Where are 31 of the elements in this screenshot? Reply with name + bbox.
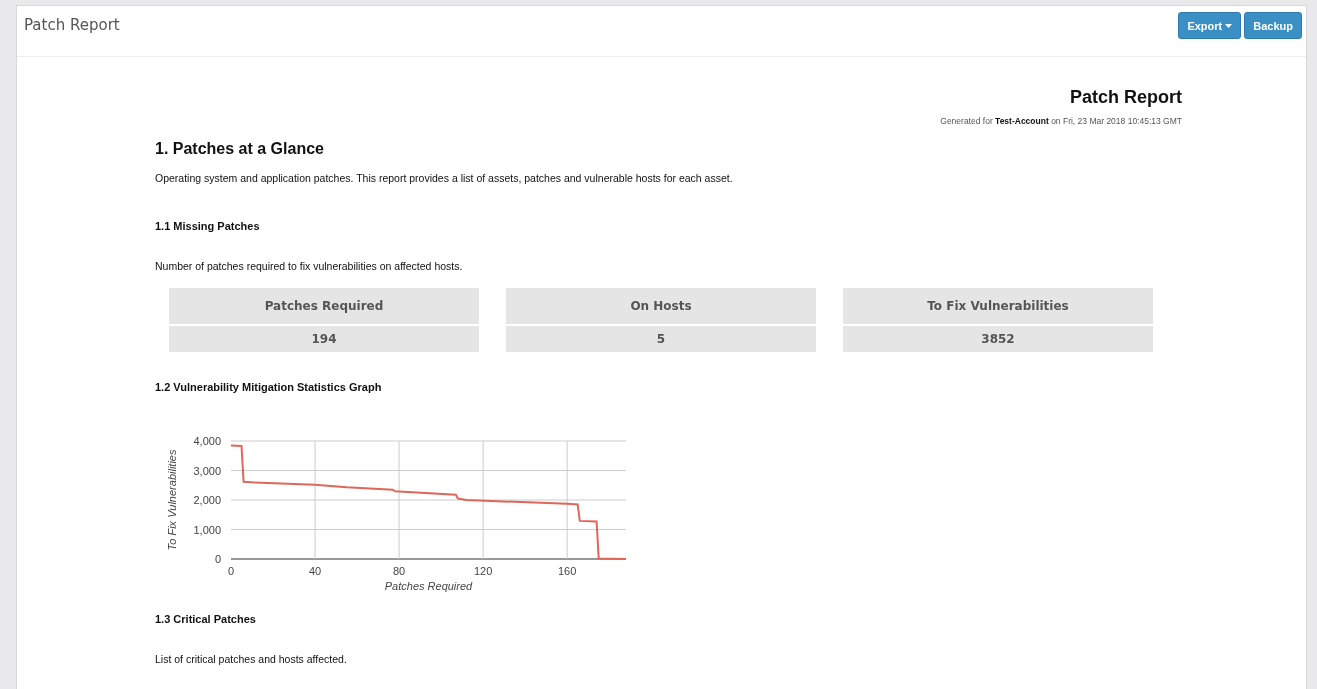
subsection-heading: 1.1 Missing Patches (155, 220, 261, 232)
generated-note: Generated for Test-Account on Fri, 23 Mar 2018 10:45:13 GMT (940, 116, 1182, 126)
x-tick-label: 160 (558, 565, 577, 577)
caret-icon (1225, 23, 1233, 28)
stat-value: 194 (169, 326, 479, 352)
y-axis-title: To Fix Vulnerabilities (166, 449, 178, 551)
report-title: Patch Report (1069, 87, 1182, 108)
x-tick-label: 120 (473, 565, 493, 577)
stat-value: 3852 (843, 326, 1153, 352)
subsection-description: Number of patches required to fix vulnerabilities on affected hosts. (155, 260, 464, 272)
y-tick-label: 4,000 (193, 435, 221, 447)
stat-label: To Fix Vulnerabilities (843, 288, 1153, 324)
export-button[interactable]: Export (1178, 12, 1242, 39)
page-title: Patch Report (24, 16, 120, 34)
section-heading: 1. Patches at a Glance (155, 140, 325, 158)
y-tick-label: 1,000 (193, 523, 221, 536)
stat-label: On Hosts (506, 288, 816, 324)
subsection-heading: 1.2 Vulnerability Mitigation Statistics Graph (155, 381, 383, 393)
subsection-description: List of critical patches and hosts affected. (155, 653, 348, 665)
y-tick-label: 0 (214, 553, 221, 565)
x-axis-title: Patches Required (384, 580, 473, 592)
x-tick-label: 0 (227, 565, 235, 577)
y-tick-label: 2,000 (193, 494, 221, 506)
x-tick-label: 80 (392, 565, 406, 577)
stat-value: 5 (506, 326, 816, 352)
section-description: Operating system and application patches. This report provides a list of assets, patches and vulnerable hosts for each asset. (155, 172, 734, 184)
x-tick-label: 40 (308, 565, 322, 577)
stat-label: Patches Required (169, 288, 479, 324)
y-tick-label: 3,000 (193, 464, 221, 477)
subsection-heading: 1.3 Critical Patches (155, 613, 257, 625)
backup-button[interactable]: Backup (1244, 12, 1302, 39)
